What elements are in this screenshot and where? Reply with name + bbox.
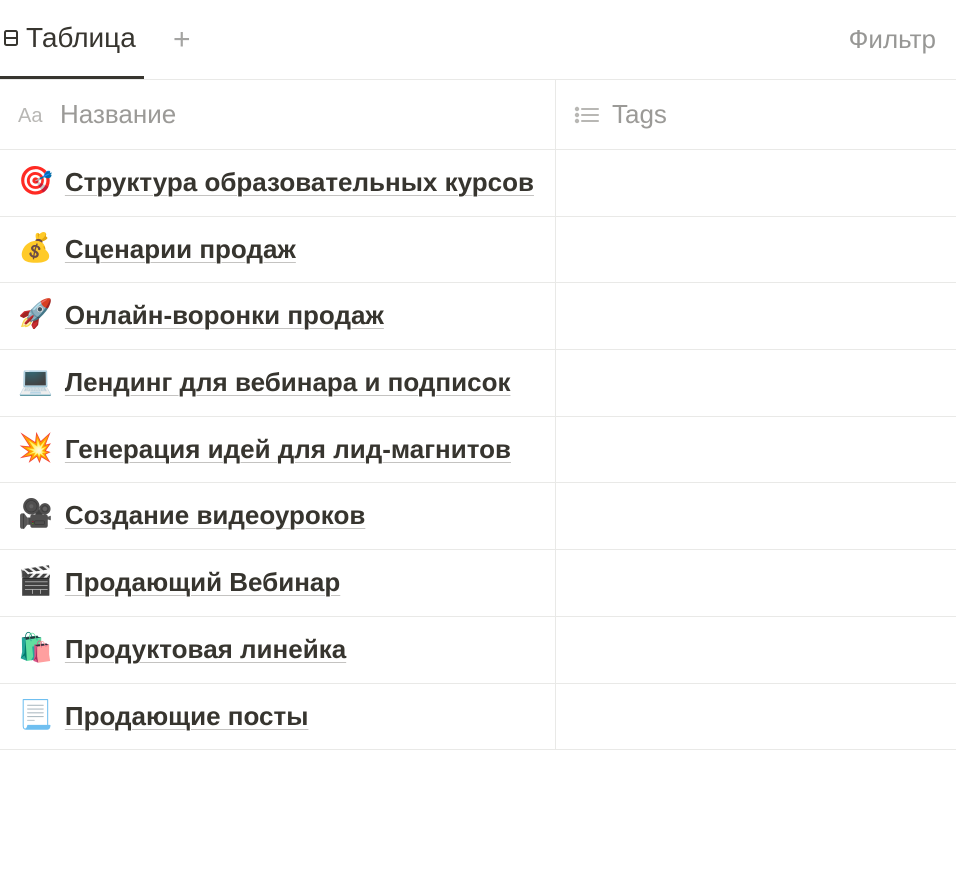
cell-tags[interactable] xyxy=(556,350,956,416)
list-icon xyxy=(574,105,600,125)
row-title[interactable]: Продающие посты xyxy=(65,698,309,736)
tab-label: Таблица xyxy=(26,22,136,54)
cell-name[interactable]: 🛍️ Продуктовая линейка xyxy=(0,617,556,683)
column-tags-label: Tags xyxy=(612,99,667,130)
row-title[interactable]: Продуктовая линейка xyxy=(65,631,346,669)
cell-tags[interactable] xyxy=(556,550,956,616)
table-row[interactable]: 📃 Продающие посты xyxy=(0,684,956,751)
row-emoji-icon: 📃 xyxy=(18,698,53,729)
row-title[interactable]: Генерация идей для лид-магнитов xyxy=(65,431,511,469)
cell-name[interactable]: 💥 Генерация идей для лид-магнитов xyxy=(0,417,556,483)
table-row[interactable]: 💻 Лендинг для вебинара и подписок xyxy=(0,350,956,417)
row-emoji-icon: 💥 xyxy=(18,431,53,462)
cell-name[interactable]: 💰 Сценарии продаж xyxy=(0,217,556,283)
table-row[interactable]: 🎬 Продающий Вебинар xyxy=(0,550,956,617)
plus-icon: + xyxy=(173,23,191,57)
table-body: 🎯 Структура образовательных курсов 💰 Сценар… xyxy=(0,150,956,750)
row-emoji-icon: 💰 xyxy=(18,231,53,262)
row-emoji-icon: 🎯 xyxy=(18,164,53,195)
cell-tags[interactable] xyxy=(556,283,956,349)
row-emoji-icon: 🎬 xyxy=(18,564,53,595)
table-row[interactable]: 🚀 Онлайн-воронки продаж xyxy=(0,283,956,350)
table-row[interactable]: 🎥 Создание видеоуроков xyxy=(0,483,956,550)
row-emoji-icon: 🚀 xyxy=(18,297,53,328)
table-header: Aa Название Tags xyxy=(0,80,956,150)
tabs-left: Таблица + xyxy=(0,0,202,79)
table-row[interactable]: 💥 Генерация идей для лид-магнитов xyxy=(0,417,956,484)
table-row[interactable]: 🛍️ Продуктовая линейка xyxy=(0,617,956,684)
row-emoji-icon: 🎥 xyxy=(18,497,53,528)
table-icon xyxy=(4,25,20,51)
table-row[interactable]: 🎯 Структура образовательных курсов xyxy=(0,150,956,217)
filter-label: Фильтр xyxy=(849,24,936,54)
tabs-bar: Таблица + Фильтр xyxy=(0,0,956,80)
row-title[interactable]: Онлайн-воронки продаж xyxy=(65,297,384,335)
row-title[interactable]: Сценарии продаж xyxy=(65,231,296,269)
column-header-tags[interactable]: Tags xyxy=(556,80,956,149)
row-title[interactable]: Продающий Вебинар xyxy=(65,564,340,602)
cell-name[interactable]: 🎬 Продающий Вебинар xyxy=(0,550,556,616)
cell-name[interactable]: 🚀 Онлайн-воронки продаж xyxy=(0,283,556,349)
cell-name[interactable]: 🎥 Создание видеоуроков xyxy=(0,483,556,549)
cell-tags[interactable] xyxy=(556,417,956,483)
row-emoji-icon: 🛍️ xyxy=(18,631,53,662)
row-title[interactable]: Лендинг для вебинара и подписок xyxy=(65,364,511,402)
text-aa-icon: Aa xyxy=(18,104,48,126)
cell-tags[interactable] xyxy=(556,150,956,216)
column-header-name[interactable]: Aa Название xyxy=(0,80,556,149)
table-row[interactable]: 💰 Сценарии продаж xyxy=(0,217,956,284)
cell-name[interactable]: 🎯 Структура образовательных курсов xyxy=(0,150,556,216)
tab-table[interactable]: Таблица xyxy=(0,0,144,79)
row-emoji-icon: 💻 xyxy=(18,364,53,395)
row-title[interactable]: Создание видеоуроков xyxy=(65,497,365,535)
add-view-button[interactable]: + xyxy=(162,20,202,60)
cell-tags[interactable] xyxy=(556,483,956,549)
cell-tags[interactable] xyxy=(556,217,956,283)
row-title[interactable]: Структура образовательных курсов xyxy=(65,164,534,202)
cell-name[interactable]: 💻 Лендинг для вебинара и подписок xyxy=(0,350,556,416)
cell-tags[interactable] xyxy=(556,684,956,750)
column-name-label: Название xyxy=(60,99,176,130)
svg-text:Aa: Aa xyxy=(18,105,43,126)
filter-button[interactable]: Фильтр xyxy=(849,24,936,55)
cell-tags[interactable] xyxy=(556,617,956,683)
cell-name[interactable]: 📃 Продающие посты xyxy=(0,684,556,750)
